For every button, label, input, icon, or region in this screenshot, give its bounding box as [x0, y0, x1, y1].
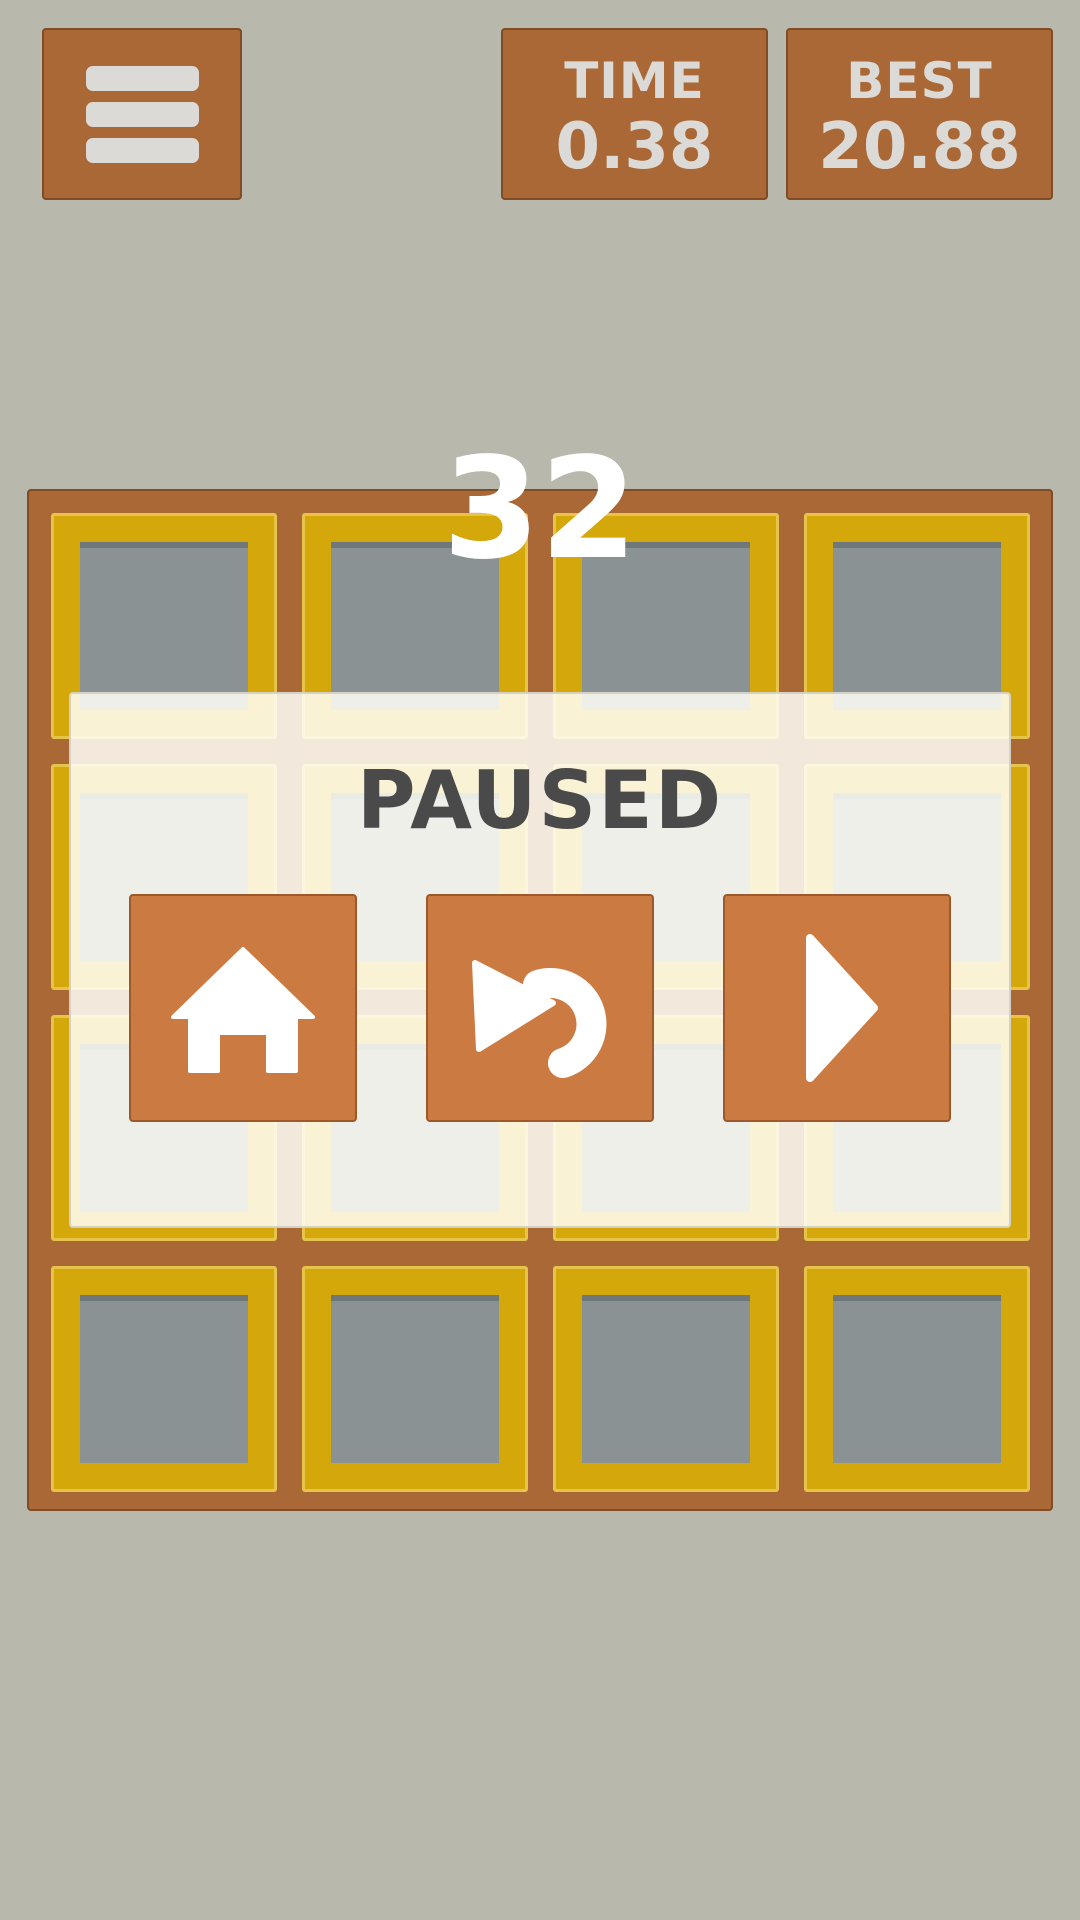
resume-button[interactable] — [723, 894, 951, 1122]
tile-slot — [80, 542, 248, 710]
tile-slot — [80, 1295, 248, 1463]
best-value: 20.88 — [818, 110, 1021, 184]
play-icon — [806, 934, 878, 1082]
best-label: BEST — [846, 52, 993, 110]
paused-title: PAUSED — [356, 754, 724, 847]
home-icon — [171, 947, 315, 1073]
grid-tile[interactable] — [302, 1266, 528, 1492]
tile-slot — [833, 542, 1001, 710]
grid-tile[interactable] — [51, 1266, 277, 1492]
menu-button[interactable] — [42, 28, 242, 200]
tile-slot — [582, 1295, 750, 1463]
grid-tile[interactable] — [804, 1266, 1030, 1492]
time-label: TIME — [564, 52, 705, 110]
time-value: 0.38 — [555, 110, 714, 184]
tile-slot — [331, 1295, 499, 1463]
grid-tile[interactable] — [553, 1266, 779, 1492]
restart-button[interactable] — [426, 894, 654, 1122]
time-display: TIME 0.38 — [501, 28, 768, 200]
tile-slot — [833, 1295, 1001, 1463]
hamburger-menu-icon — [85, 65, 199, 91]
restart-icon — [472, 960, 607, 1078]
home-button[interactable] — [129, 894, 357, 1122]
pause-overlay: PAUSED — [69, 692, 1011, 1228]
best-display: BEST 20.88 — [786, 28, 1053, 200]
score-counter: 32 — [442, 428, 638, 591]
